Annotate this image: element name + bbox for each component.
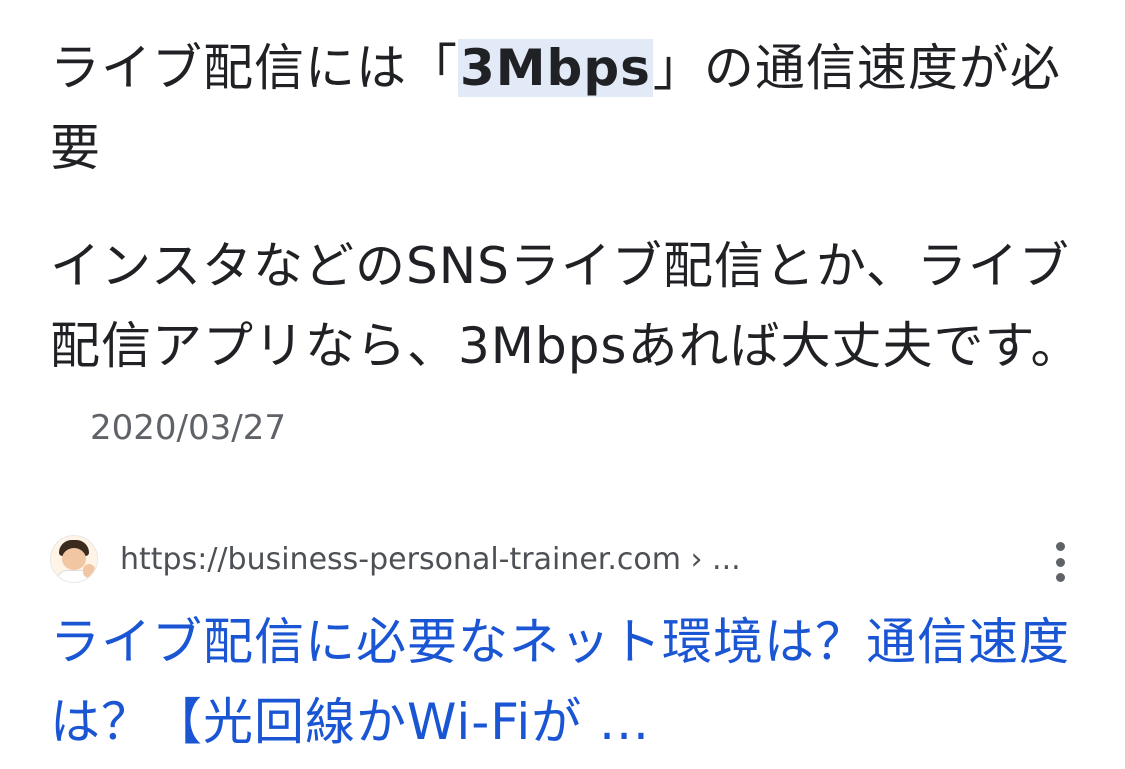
featured-snippet-body: インスタなどのSNSライブ配信とか、ライブ配信アプリなら、3Mbpsあれば大丈夫… [50,226,1100,468]
snippet-date: 2020/03/27 [90,408,286,448]
result-url[interactable]: https://business-personal-trainer.com › … [120,542,741,577]
snippet-body-text: インスタなどのSNSライブ配信とか、ライブ配信アプリなら、3Mbpsあれば大丈夫… [50,237,1082,375]
heading-highlight: 3Mbps [458,39,653,97]
featured-snippet-heading: ライブ配信には「3Mbps」の通信速度が必要 [50,28,1100,188]
site-favicon-icon [50,535,98,583]
more-options-icon[interactable] [1052,542,1068,582]
result-source-row[interactable]: https://business-personal-trainer.com › … [50,530,1080,588]
heading-text-before: ライブ配信には「 [50,39,458,97]
search-result: https://business-personal-trainer.com › … [50,530,1080,762]
result-title-link[interactable]: ライブ配信に必要なネット環境は？通信速度は？【光回線かWi-Fiが ... [50,602,1080,762]
